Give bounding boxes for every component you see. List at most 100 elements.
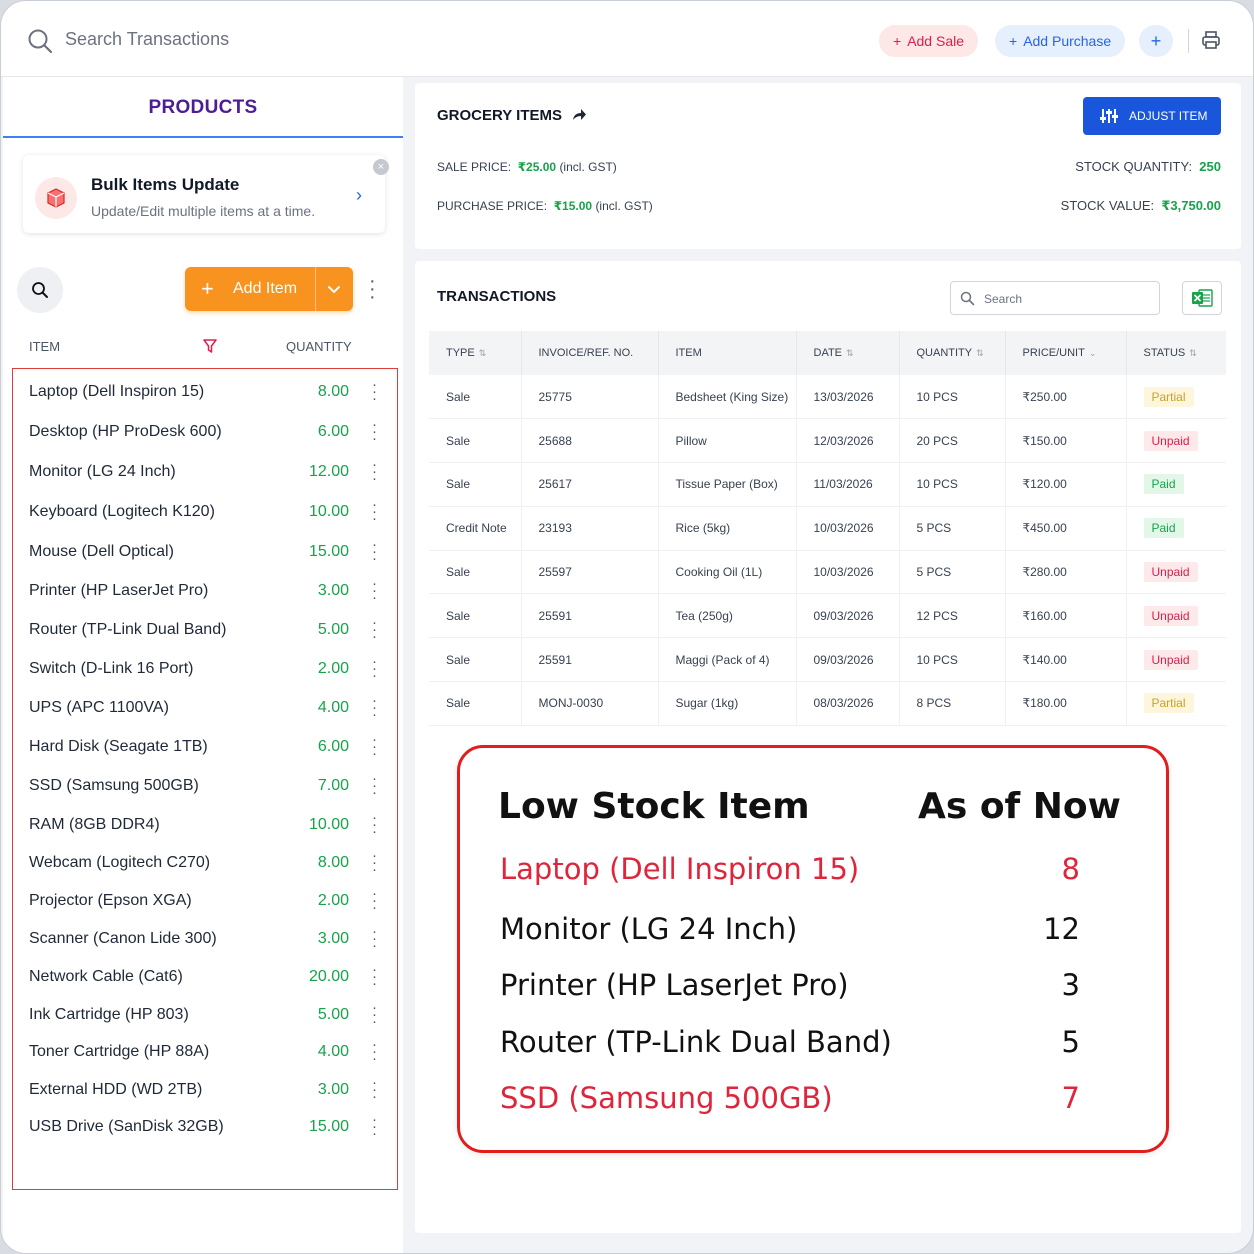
- tab-underline: [3, 136, 403, 138]
- status-badge: Partial: [1143, 693, 1194, 714]
- cell-price: ₹250.00: [1005, 375, 1127, 420]
- more-options-icon[interactable]: · · ·: [372, 417, 377, 446]
- item-quantity: 2.00: [317, 892, 349, 909]
- more-options-icon[interactable]: · · ·: [372, 886, 377, 915]
- more-options-icon[interactable]: · · ·: [372, 771, 377, 800]
- list-item[interactable]: SSD (Samsung 500GB) 7.00 · · ·: [29, 771, 389, 801]
- add-purchase-button[interactable]: + Add Purchase: [995, 25, 1126, 57]
- list-item[interactable]: Monitor (LG 24 Inch) 12.00 · · ·: [29, 457, 389, 487]
- add-item-button[interactable]: + Add Item: [185, 267, 353, 311]
- more-options-icon[interactable]: · · ·: [372, 1112, 377, 1141]
- search-icon[interactable]: [27, 28, 53, 54]
- print-icon[interactable]: [1201, 30, 1221, 50]
- cell-date: 12/03/2026: [796, 418, 900, 464]
- list-item[interactable]: Switch (D-Link 16 Port) 2.00 · · ·: [29, 654, 389, 684]
- cell-item: Sugar (1kg): [658, 681, 797, 726]
- list-item[interactable]: Hard Disk (Seagate 1TB) 6.00 · · ·: [29, 732, 389, 762]
- list-item[interactable]: Mouse (Dell Optical) 15.00 · · ·: [29, 537, 389, 567]
- add-sale-button[interactable]: + Add Sale: [879, 25, 979, 57]
- more-options-icon[interactable]: · · ·: [372, 537, 377, 566]
- more-options-icon[interactable]: · · ·: [372, 810, 377, 839]
- more-options-icon[interactable]: · · ·: [372, 457, 377, 486]
- more-options-icon[interactable]: · · ·: [369, 271, 376, 307]
- item-name: Monitor (LG 24 Inch): [29, 463, 176, 480]
- search-transactions-input[interactable]: Search Transactions: [65, 29, 229, 50]
- list-item[interactable]: Desktop (HP ProDesk 600) 6.00 · · ·: [29, 417, 389, 447]
- cell-quantity: 5 PCS: [899, 550, 1006, 595]
- adjust-item-label: ADJUST ITEM: [1129, 109, 1208, 123]
- table-row[interactable]: Credit Note 23193 Rice (5kg) 10/03/2026 5 PC…: [429, 506, 1226, 551]
- column-header-quantity[interactable]: QUANTITY: [286, 339, 352, 354]
- bulk-update-card[interactable]: Bulk Items Update Update/Edit multiple i…: [23, 155, 385, 233]
- chevron-down-icon[interactable]: ⌄: [1089, 348, 1097, 358]
- more-options-icon[interactable]: · · ·: [372, 1075, 377, 1104]
- list-item[interactable]: Network Cable (Cat6) 20.00 · · ·: [29, 962, 389, 992]
- list-item[interactable]: External HDD (WD 2TB) 3.00 · · ·: [29, 1075, 389, 1105]
- item-quantity: 8.00: [317, 383, 349, 400]
- table-row[interactable]: Sale 25591 Tea (250g) 09/03/2026 12 PCS ₹160.…: [429, 593, 1226, 639]
- adjust-item-button[interactable]: ADJUST ITEM: [1083, 97, 1221, 135]
- cell-price: ₹120.00: [1005, 462, 1127, 507]
- item-quantity: 5.00: [317, 1006, 349, 1023]
- cell-quantity: 10 PCS: [899, 375, 1006, 420]
- cell-item: Pillow: [658, 418, 797, 464]
- more-options-icon[interactable]: · · ·: [372, 497, 377, 526]
- column-header-item[interactable]: ITEM: [29, 339, 60, 354]
- sort-icon[interactable]: ⇅: [1189, 348, 1197, 358]
- table-row[interactable]: Sale 25597 Cooking Oil (1L) 10/03/2026 5 PCS…: [429, 550, 1226, 595]
- item-search-button[interactable]: [17, 267, 63, 313]
- column-header-date[interactable]: DATE ⇅: [796, 331, 900, 375]
- column-header-price[interactable]: PRICE/UNIT ⌄: [1005, 331, 1127, 375]
- more-options-icon[interactable]: · · ·: [372, 848, 377, 877]
- sort-icon[interactable]: ⇅: [846, 348, 854, 358]
- more-options-icon[interactable]: · · ·: [372, 732, 377, 761]
- close-icon[interactable]: ×: [373, 159, 389, 175]
- column-header-quantity[interactable]: QUANTITY ⇅: [899, 331, 1006, 375]
- share-icon[interactable]: [571, 107, 587, 123]
- list-item[interactable]: Printer (HP LaserJet Pro) 3.00 · · ·: [29, 576, 389, 606]
- list-item[interactable]: UPS (APC 1100VA) 4.00 · · ·: [29, 693, 389, 723]
- add-more-button[interactable]: +: [1139, 25, 1173, 57]
- table-row[interactable]: Sale 25688 Pillow 12/03/2026 20 PCS ₹150.00 Un…: [429, 418, 1226, 464]
- column-header-item[interactable]: ITEM: [658, 331, 797, 375]
- more-options-icon[interactable]: · · ·: [372, 1037, 377, 1066]
- list-item[interactable]: Keyboard (Logitech K120) 10.00 · · ·: [29, 497, 389, 527]
- more-options-icon[interactable]: · · ·: [372, 654, 377, 683]
- item-title: GROCERY ITEMS: [437, 107, 563, 124]
- cell-item: Cooking Oil (1L): [658, 550, 797, 595]
- more-options-icon[interactable]: · · ·: [372, 576, 377, 605]
- column-header-invoice[interactable]: INVOICE/REF. NO.: [521, 331, 659, 375]
- list-item[interactable]: RAM (8GB DDR4) 10.00 · · ·: [29, 810, 389, 840]
- list-item[interactable]: USB Drive (SanDisk 32GB) 15.00 · · ·: [29, 1112, 389, 1142]
- list-item[interactable]: Ink Cartridge (HP 803) 5.00 · · ·: [29, 1000, 389, 1030]
- chevron-right-icon[interactable]: ›: [356, 185, 362, 206]
- table-row[interactable]: Sale 25591 Maggi (Pack of 4) 09/03/2026 10 P…: [429, 637, 1226, 683]
- more-options-icon[interactable]: · · ·: [372, 693, 377, 722]
- cell-quantity: 12 PCS: [899, 593, 1006, 639]
- column-header-type[interactable]: TYPE ⇅: [429, 331, 522, 375]
- excel-export-button[interactable]: [1182, 281, 1222, 315]
- list-item[interactable]: Router (TP-Link Dual Band) 5.00 · · ·: [29, 615, 389, 645]
- more-options-icon[interactable]: · · ·: [372, 924, 377, 953]
- more-options-icon[interactable]: · · ·: [372, 615, 377, 644]
- column-header-status[interactable]: STATUS ⇅: [1126, 331, 1226, 375]
- tab-products[interactable]: PRODUCTS: [3, 97, 403, 119]
- table-row[interactable]: Sale 25775 Bedsheet (King Size) 13/03/2026 1…: [429, 375, 1226, 420]
- list-item[interactable]: Scanner (Canon Lide 300) 3.00 · · ·: [29, 924, 389, 954]
- low-stock-item-name: SSD (Samsung 500GB): [500, 1081, 833, 1115]
- filter-icon[interactable]: [203, 339, 217, 353]
- more-options-icon[interactable]: · · ·: [372, 1000, 377, 1029]
- more-options-icon[interactable]: · · ·: [372, 962, 377, 991]
- list-item[interactable]: Laptop (Dell Inspiron 15) 8.00 · · ·: [29, 377, 389, 407]
- table-row[interactable]: Sale MONJ-0030 Sugar (1kg) 08/03/2026 8 PCS ₹…: [429, 681, 1226, 726]
- table-row[interactable]: Sale 25617 Tissue Paper (Box) 11/03/2026 10 …: [429, 462, 1226, 507]
- list-item[interactable]: Webcam (Logitech C270) 8.00 · · ·: [29, 848, 389, 878]
- sort-icon[interactable]: ⇅: [479, 348, 487, 358]
- chevron-down-icon[interactable]: [325, 280, 343, 298]
- more-options-icon[interactable]: · · ·: [372, 377, 377, 406]
- list-item[interactable]: Toner Cartridge (HP 88A) 4.00 · · ·: [29, 1037, 389, 1067]
- transactions-search-input[interactable]: Search: [950, 281, 1160, 315]
- sort-icon[interactable]: ⇅: [976, 348, 984, 358]
- item-name: Projector (Epson XGA): [29, 892, 192, 909]
- list-item[interactable]: Projector (Epson XGA) 2.00 · · ·: [29, 886, 389, 916]
